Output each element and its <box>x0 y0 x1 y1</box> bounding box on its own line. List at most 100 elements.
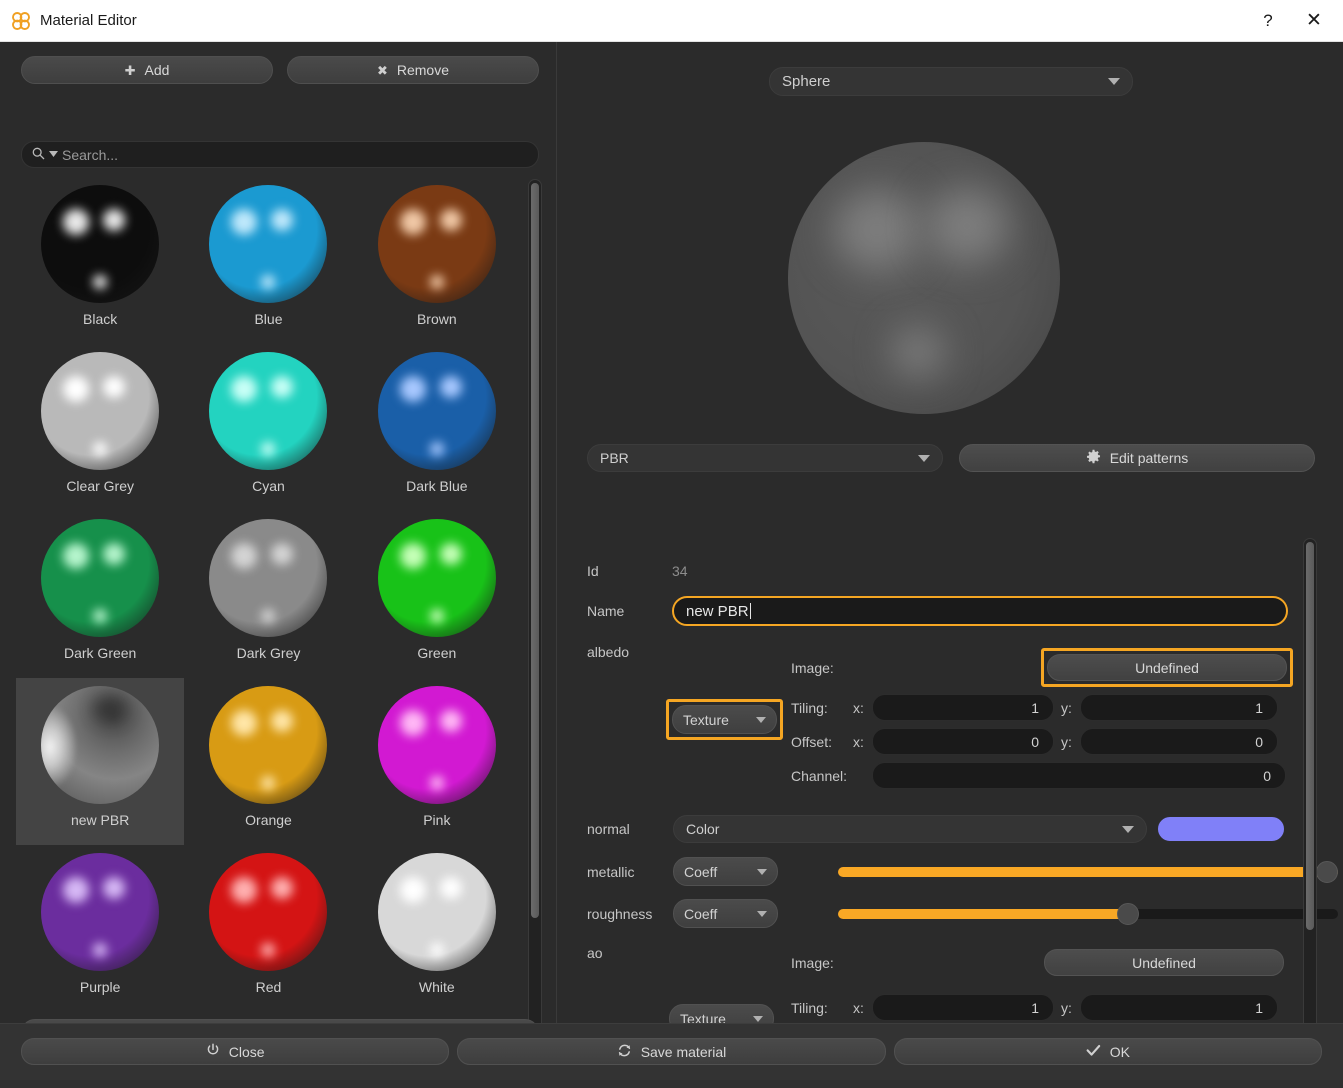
edit-patterns-button[interactable]: Edit patterns <box>959 444 1315 472</box>
specular-highlight <box>63 543 90 569</box>
metallic-source-select[interactable]: Coeff <box>673 857 778 886</box>
properties-scrollbar[interactable] <box>1303 538 1317 1058</box>
add-button-label: Add <box>144 62 170 78</box>
albedo-offset-y-value: 0 <box>1255 733 1263 750</box>
albedo-offset-y-input[interactable]: 0 <box>1080 728 1278 755</box>
albedo-offset-x-label: x: <box>853 733 864 750</box>
material-thumbnail <box>41 185 160 303</box>
gear-icon <box>1086 449 1101 467</box>
roughness-slider[interactable] <box>838 901 1338 927</box>
help-button[interactable]: ? <box>1245 0 1291 42</box>
albedo-offset-x-input[interactable]: 0 <box>872 728 1054 755</box>
specular-highlight <box>63 209 90 235</box>
name-input[interactable]: new PBR <box>672 596 1288 626</box>
albedo-channel-value: 0 <box>1263 767 1271 784</box>
metallic-slider[interactable] <box>838 859 1338 885</box>
id-label: Id <box>587 563 599 579</box>
specular-highlight <box>261 275 276 289</box>
properties-scrollbar-thumb[interactable] <box>1306 542 1314 930</box>
albedo-section-label-row: albedo <box>587 644 629 660</box>
specular-highlight <box>271 376 294 398</box>
specular-highlight <box>103 877 126 899</box>
close-button[interactable]: Close <box>21 1038 450 1065</box>
remove-button-label: Remove <box>396 62 450 78</box>
material-thumbnail <box>209 519 328 637</box>
name-row: Name new PBR <box>587 596 1288 626</box>
search-input[interactable]: Search... <box>21 141 539 168</box>
specular-highlight <box>429 776 444 790</box>
chevron-down-icon <box>757 910 767 917</box>
material-thumbnail <box>377 352 496 470</box>
material-item-label: Blue <box>254 311 283 327</box>
chevron-down-icon[interactable] <box>49 150 58 159</box>
cross-icon: ✖ <box>376 62 388 78</box>
material-item[interactable]: Dark Blue <box>353 344 521 511</box>
id-row: Id 34 <box>587 563 688 579</box>
material-preview-sphere[interactable] <box>788 142 1060 414</box>
material-item[interactable]: new PBR <box>16 678 185 845</box>
material-editor-logo-icon <box>10 10 32 32</box>
library-scrollbar-thumb[interactable] <box>531 183 539 918</box>
preview-stage[interactable] <box>558 104 1343 486</box>
ao-tiling-x-value: 1 <box>1031 999 1039 1016</box>
material-item-label: Purple <box>79 979 121 995</box>
roughness-label: roughness <box>587 905 653 922</box>
specular-highlight <box>231 376 258 402</box>
albedo-tiling-y-input[interactable]: 1 <box>1080 694 1278 721</box>
albedo-channel-input[interactable]: 0 <box>872 762 1286 789</box>
material-item-label: Black <box>83 311 118 327</box>
material-thumbnail <box>41 853 160 971</box>
ok-button[interactable]: OK <box>893 1038 1322 1065</box>
ao-source-select[interactable]: Texture <box>669 1004 774 1023</box>
material-item[interactable]: Dark Green <box>16 511 184 678</box>
material-item[interactable]: Purple <box>16 845 184 1012</box>
albedo-channel-row: Channel: 0 <box>791 762 1286 789</box>
normal-color-swatch[interactable] <box>1157 816 1285 842</box>
albedo-image-highlight: Undefined <box>1041 648 1293 687</box>
chevron-down-icon <box>756 716 766 723</box>
roughness-slider-knob[interactable] <box>1117 902 1139 925</box>
close-icon[interactable]: ✕ <box>1291 0 1337 42</box>
material-type-select[interactable]: PBR <box>587 444 943 472</box>
specular-highlight <box>261 776 276 790</box>
roughness-source-select[interactable]: Coeff <box>673 899 778 928</box>
ao-tiling-x-input[interactable]: 1 <box>872 994 1054 1021</box>
material-item[interactable]: Blue <box>184 177 352 344</box>
material-item[interactable]: Red <box>184 845 352 1012</box>
material-item[interactable]: Orange <box>184 678 352 845</box>
preview-shape-value: Sphere <box>782 73 831 90</box>
preview-shape-select[interactable]: Sphere <box>769 67 1133 96</box>
material-item-label: Clear Grey <box>66 478 134 494</box>
material-item[interactable]: Brown <box>353 177 521 344</box>
save-material-button-label: Save material <box>640 1043 727 1060</box>
material-item-label: Red <box>255 979 282 995</box>
material-item[interactable]: Green <box>353 511 521 678</box>
material-item[interactable]: White <box>353 845 521 1012</box>
ao-image-button[interactable]: Undefined <box>1044 949 1284 976</box>
remove-button[interactable]: ✖ Remove <box>287 56 539 84</box>
material-item[interactable]: Clear Grey <box>16 344 184 511</box>
normal-source-select[interactable]: Color <box>673 815 1147 843</box>
shadow-spot <box>93 696 128 722</box>
add-button[interactable]: ✚ Add <box>21 56 273 84</box>
material-item[interactable]: Cyan <box>184 344 352 511</box>
specular-highlight <box>63 877 90 903</box>
save-material-button[interactable]: Save material <box>457 1038 886 1065</box>
albedo-image-button[interactable]: Undefined <box>1047 654 1287 681</box>
material-item[interactable]: Dark Grey <box>184 511 352 678</box>
ao-tiling-y-input[interactable]: 1 <box>1080 994 1278 1021</box>
albedo-tiling-x-input[interactable]: 1 <box>872 694 1054 721</box>
material-item-label: Dark Green <box>63 645 137 661</box>
material-item[interactable]: Black <box>16 177 184 344</box>
material-preview-panel: Sphere PBR Edit patterns Id 34 Name new … <box>558 42 1343 1058</box>
albedo-tiling-row: Tiling: x: 1 y: 1 <box>791 694 1278 721</box>
plus-icon: ✚ <box>124 62 136 78</box>
material-thumbnail <box>209 352 328 470</box>
metallic-slider-knob[interactable] <box>1316 860 1338 883</box>
library-scrollbar[interactable] <box>528 179 542 1059</box>
window-titlebar: Material Editor ? ✕ <box>0 0 1343 42</box>
albedo-image-button-label: Undefined <box>1135 659 1199 676</box>
albedo-source-select[interactable]: Texture <box>672 705 777 734</box>
name-input-value: new PBR <box>686 602 749 620</box>
material-item[interactable]: Pink <box>353 678 521 845</box>
